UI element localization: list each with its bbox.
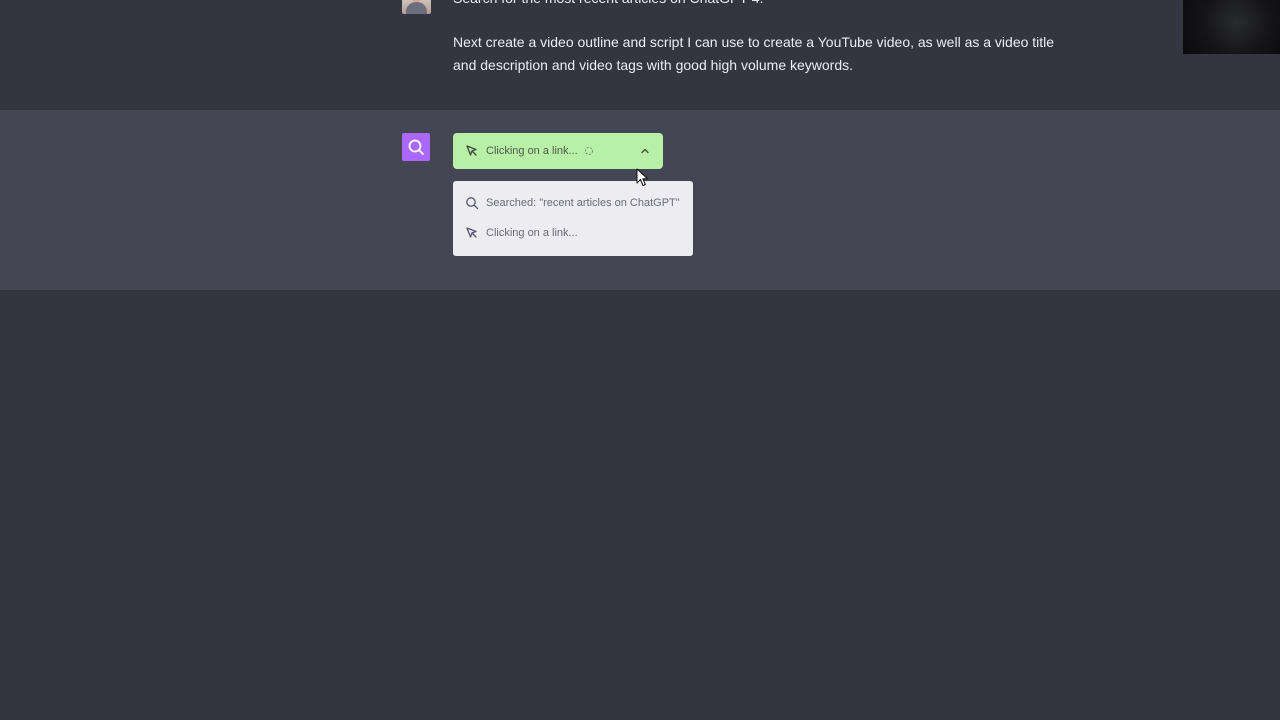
search-icon <box>408 139 424 155</box>
user-avatar <box>402 0 431 14</box>
plugin-step-text: Searched: "recent articles on ChatGPT" <box>486 197 680 209</box>
cursor-pointer-icon <box>464 143 480 159</box>
assistant-message-row: Clicking on a link... Searched: "recent … <box>0 110 1280 290</box>
assistant-avatar <box>402 133 430 161</box>
plugin-status-label: Clicking on a link... <box>486 145 578 157</box>
plugin-step-item: Searched: "recent articles on ChatGPT" <box>453 191 693 215</box>
plugin-step-text: Clicking on a link... <box>486 227 578 239</box>
user-message-text: Next create a video outline and script I… <box>453 34 1055 73</box>
user-message-row: Search for the most recent articles on C… <box>0 0 1280 110</box>
user-message-previous-line: Search for the most recent articles on C… <box>453 0 763 9</box>
avatar-shoulders <box>406 2 427 14</box>
webcam-overlay <box>1183 0 1280 54</box>
chevron-up-icon[interactable] <box>639 145 651 157</box>
loading-spinner-icon <box>584 146 594 156</box>
plugin-status-toggle[interactable]: Clicking on a link... <box>453 133 663 169</box>
plugin-steps-panel: Searched: "recent articles on ChatGPT" C… <box>453 181 693 256</box>
mouse-cursor-icon <box>636 168 648 186</box>
chat-page: Search for the most recent articles on C… <box>0 0 1280 720</box>
search-icon <box>464 195 480 211</box>
cursor-pointer-icon <box>464 225 480 241</box>
plugin-step-item: Clicking on a link... <box>453 221 693 245</box>
